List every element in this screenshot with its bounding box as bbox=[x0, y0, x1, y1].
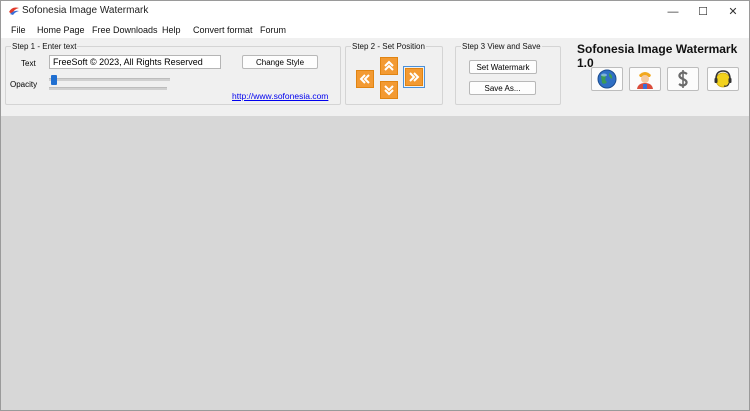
double-chevron-up-icon bbox=[384, 60, 394, 71]
close-button[interactable]: ✕ bbox=[718, 1, 748, 22]
close-icon: ✕ bbox=[728, 6, 738, 18]
position-down-button[interactable] bbox=[380, 81, 398, 99]
app-window: Sofonesia Image Watermark — ☐ ✕ File Hom… bbox=[0, 0, 750, 411]
save-as-button[interactable]: Save As... bbox=[469, 81, 536, 95]
opacity-label: Opacity bbox=[10, 80, 38, 89]
menu-forum[interactable]: Forum bbox=[260, 25, 286, 35]
menu-free-downloads[interactable]: Free Downloads bbox=[92, 25, 158, 35]
brand-title: Sofonesia Image Watermark 1.0 bbox=[577, 42, 738, 70]
position-right-button[interactable] bbox=[403, 66, 425, 88]
buy-icon-button[interactable] bbox=[667, 67, 699, 91]
toolbar-panel: Step 1 - Enter text Text FreeSoft © 2023… bbox=[1, 38, 749, 116]
menu-bar: File Home Page Free Downloads Help Conve… bbox=[1, 22, 749, 38]
support-icon-button[interactable] bbox=[707, 67, 739, 91]
support-headset-icon bbox=[714, 70, 732, 88]
menu-convert-format[interactable]: Convert format bbox=[193, 25, 253, 35]
globe-icon bbox=[597, 69, 617, 89]
step1-legend: Step 1 - Enter text bbox=[11, 41, 78, 52]
window-title: Sofonesia Image Watermark bbox=[22, 5, 149, 16]
image-workspace[interactable] bbox=[1, 116, 749, 410]
position-up-button[interactable] bbox=[380, 57, 398, 75]
text-label: Text bbox=[21, 59, 36, 68]
maximize-button[interactable]: ☐ bbox=[688, 1, 718, 22]
dollar-icon bbox=[678, 70, 688, 88]
maximize-icon: ☐ bbox=[698, 6, 708, 18]
opacity-slider-thumb[interactable] bbox=[51, 75, 58, 85]
user-icon bbox=[637, 72, 653, 89]
website-link[interactable]: http://www.sofonesia.com bbox=[232, 91, 328, 101]
opacity-slider-track-upper bbox=[49, 78, 170, 81]
app-logo-icon bbox=[9, 7, 19, 15]
double-chevron-down-icon bbox=[384, 85, 394, 96]
change-style-button[interactable]: Change Style bbox=[242, 55, 318, 69]
website-icon-button[interactable] bbox=[591, 67, 623, 91]
menu-help[interactable]: Help bbox=[162, 25, 181, 35]
opacity-slider-track[interactable] bbox=[49, 87, 167, 90]
minimize-icon: — bbox=[667, 5, 679, 18]
user-icon-button[interactable] bbox=[629, 67, 661, 91]
menu-file[interactable]: File bbox=[11, 25, 26, 35]
step2-legend: Step 2 - Set Position bbox=[351, 41, 426, 52]
position-left-button[interactable] bbox=[356, 70, 374, 88]
step3-groupbox: Step 3 View and Save bbox=[455, 41, 561, 105]
step3-legend: Step 3 View and Save bbox=[461, 41, 542, 52]
double-chevron-left-icon bbox=[359, 74, 370, 84]
minimize-button[interactable]: — bbox=[658, 1, 688, 22]
double-chevron-right-icon bbox=[409, 72, 420, 82]
watermark-text-input[interactable]: FreeSoft © 2023, All Rights Reserved bbox=[49, 55, 221, 69]
title-bar: Sofonesia Image Watermark — ☐ ✕ bbox=[1, 1, 749, 22]
menu-home-page[interactable]: Home Page bbox=[37, 25, 85, 35]
set-watermark-button[interactable]: Set Watermark bbox=[469, 60, 537, 74]
